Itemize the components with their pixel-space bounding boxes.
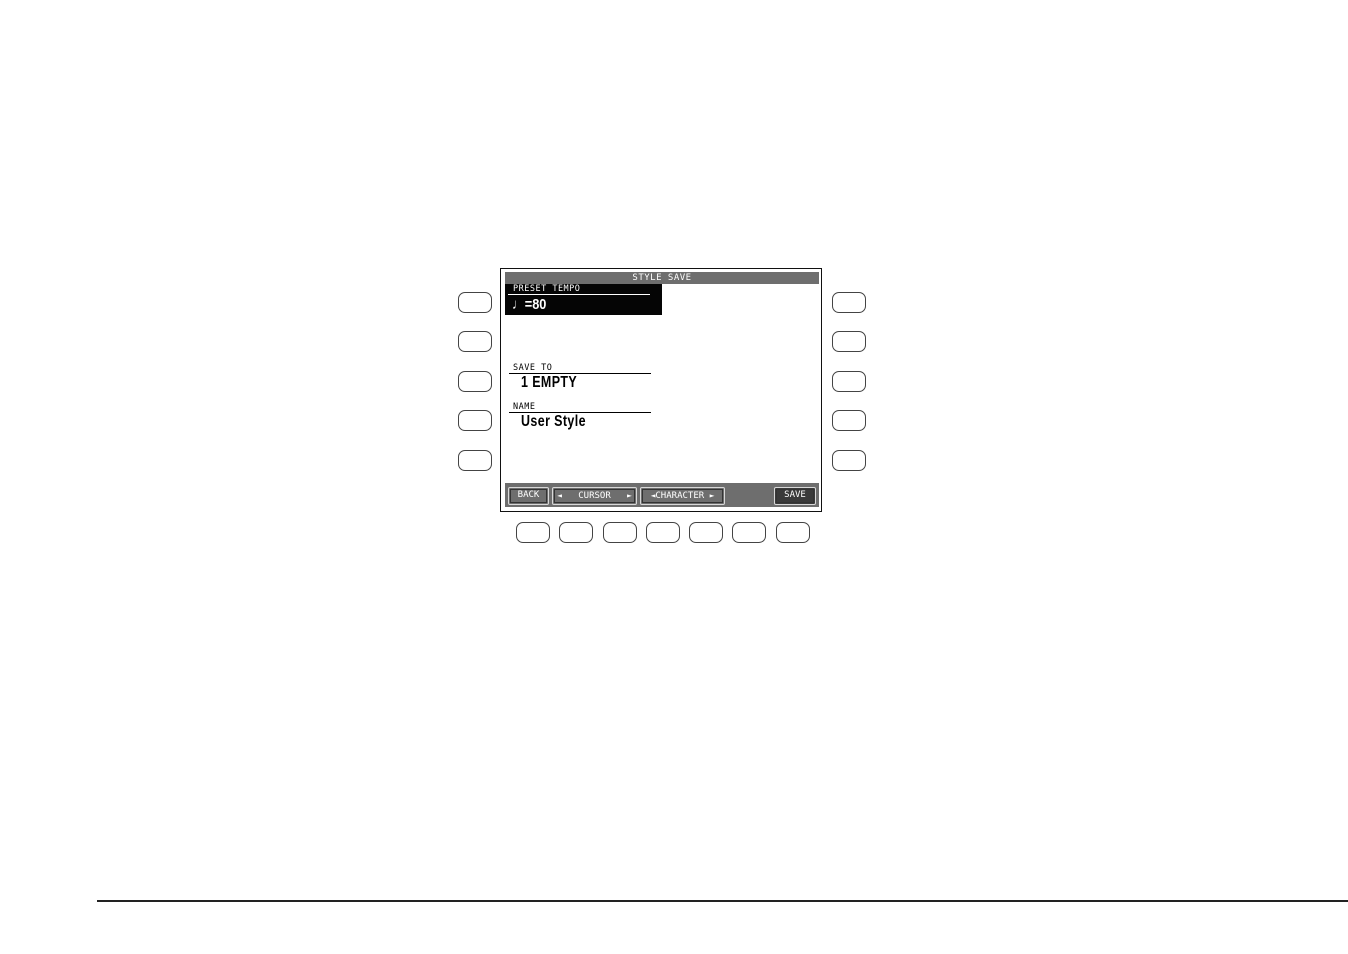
bottom-button-7[interactable] (776, 522, 810, 543)
left-side-button-1[interactable] (458, 292, 492, 313)
name-value[interactable]: User Style (521, 413, 586, 431)
bottom-button-6[interactable] (732, 522, 766, 543)
preset-tempo-label: PRESET TEMPO (513, 284, 581, 294)
cursor-button[interactable]: ◄ CURSOR ► (552, 487, 637, 505)
left-side-button-3[interactable] (458, 371, 492, 392)
left-side-button-2[interactable] (458, 331, 492, 352)
bottom-button-3[interactable] (603, 522, 637, 543)
right-side-button-4[interactable] (832, 410, 866, 431)
save-button-label: SAVE (784, 490, 806, 500)
preset-tempo-value: ♩=80 (512, 296, 547, 313)
bottom-button-2[interactable] (559, 522, 593, 543)
right-side-button-5[interactable] (832, 450, 866, 471)
save-to-label: SAVE TO (513, 363, 553, 373)
save-to-value[interactable]: 1 EMPTY (521, 374, 577, 392)
save-button[interactable]: SAVE (774, 487, 816, 505)
bottom-button-4[interactable] (646, 522, 680, 543)
bottom-button-5[interactable] (689, 522, 723, 543)
character-button[interactable]: ◄CHARACTER ► (640, 487, 725, 505)
page-footer-rule (97, 900, 1348, 902)
preset-tempo-underline (508, 294, 650, 295)
cursor-left-arrow-icon: ◄ (557, 491, 562, 500)
character-button-label: CHARACTER (655, 491, 705, 501)
right-side-button-2[interactable] (832, 331, 866, 352)
name-label: NAME (513, 402, 536, 412)
back-button[interactable]: BACK (508, 487, 549, 505)
cursor-button-label: CURSOR (578, 491, 611, 501)
bottom-button-1[interactable] (516, 522, 550, 543)
right-side-button-1[interactable] (832, 292, 866, 313)
screen-title: STYLE SAVE (505, 272, 819, 284)
right-side-button-3[interactable] (832, 371, 866, 392)
left-side-button-5[interactable] (458, 450, 492, 471)
character-right-arrow-icon: ► (709, 491, 715, 500)
back-button-label: BACK (517, 490, 540, 500)
left-side-button-4[interactable] (458, 410, 492, 431)
cursor-right-arrow-icon: ► (627, 491, 632, 500)
